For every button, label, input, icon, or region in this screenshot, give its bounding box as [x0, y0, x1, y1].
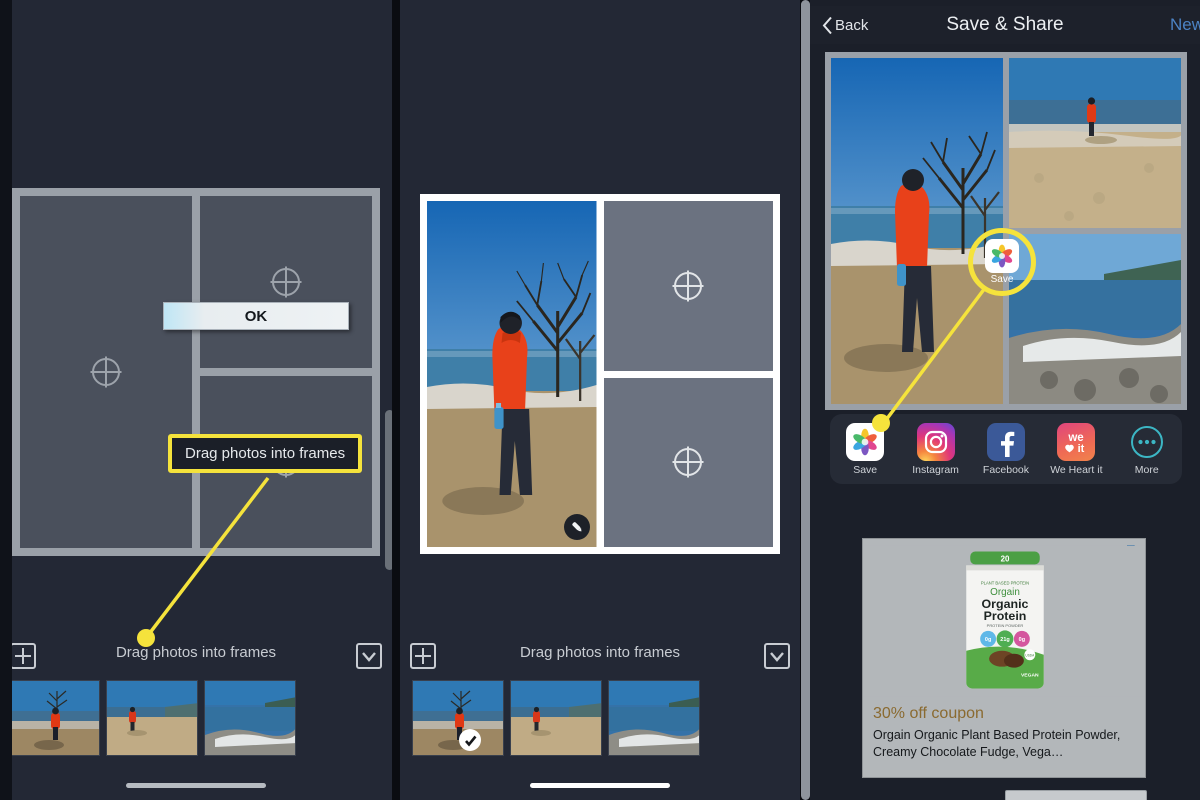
ad-body-text: Orgain Organic Plant Based Protein Powde…: [873, 728, 1121, 759]
edit-photo-button[interactable]: [563, 514, 590, 540]
instagram-icon: [916, 422, 955, 461]
list-item[interactable]: [8, 680, 100, 756]
share-option-label: Save: [853, 463, 878, 476]
collage-cell-right-bottom-empty[interactable]: [603, 377, 773, 547]
left-page-margin: [0, 0, 12, 800]
photo-tray-1: Drag photos into frames: [0, 636, 392, 800]
share-option-facebook[interactable]: Facebook: [975, 422, 1037, 476]
list-item[interactable]: [412, 680, 504, 756]
ad-footer-stub[interactable]: [1005, 790, 1147, 800]
home-indicator: [126, 783, 266, 788]
ad-count-label: 20: [1001, 554, 1010, 563]
callout-anchor-dot-3: [872, 414, 890, 432]
save-highlight-badge[interactable]: Save: [968, 228, 1036, 296]
collage-cell-left[interactable]: [831, 58, 1003, 404]
we-heart-it-icon: we it: [1057, 422, 1096, 461]
vertical-scrollbar[interactable]: [385, 410, 392, 570]
panel-collage-template-empty: OK Drag photos into frames Drag photos i…: [0, 0, 392, 800]
panel-collage-one-photo: Drag photos into frames: [400, 0, 800, 800]
photo-tray-2: Drag photos into frames: [400, 636, 800, 800]
list-item[interactable]: [106, 680, 198, 756]
tray-header-2: Drag photos into frames: [400, 636, 800, 676]
navigation-bar: Back Save & Share New: [810, 6, 1200, 44]
ellipsis-icon: [1128, 423, 1166, 461]
collage-grid[interactable]: [420, 194, 780, 554]
callout-anchor-dot: [137, 629, 155, 647]
list-item[interactable]: [204, 680, 296, 756]
pencil-icon: [571, 522, 581, 532]
thumbnail-strip-1[interactable]: [8, 680, 296, 756]
template-cell-left-tall[interactable]: [20, 196, 192, 548]
panel-divider: [392, 0, 400, 800]
share-option-label: More: [1134, 463, 1159, 476]
photos-app-icon: [985, 239, 1019, 273]
tray-title-1: Drag photos into frames: [115, 644, 277, 661]
collage-template-grid[interactable]: [12, 188, 380, 556]
tray-header-1: Drag photos into frames: [0, 636, 392, 676]
add-photo-target-icon[interactable]: [671, 269, 705, 303]
thumbnail-strip-2[interactable]: [412, 680, 700, 756]
add-photo-target-icon[interactable]: [671, 445, 705, 479]
new-button[interactable]: New: [1170, 15, 1200, 35]
ok-button[interactable]: OK: [163, 302, 349, 330]
share-option-more[interactable]: More: [1116, 423, 1178, 476]
svg-text:Protein: Protein: [984, 609, 1027, 623]
svg-text:it: it: [1078, 443, 1085, 455]
share-option-save[interactable]: Save: [834, 422, 896, 476]
svg-text:21g: 21g: [1000, 637, 1009, 643]
collapse-tray-button[interactable]: [356, 643, 382, 669]
screenshot-stage: OK Drag photos into frames Drag photos i…: [0, 0, 1200, 800]
svg-text:PLANT BASED PROTEIN: PLANT BASED PROTEIN: [981, 580, 1029, 585]
collage-cell-left-photo[interactable]: [427, 201, 597, 547]
selected-check-badge: [459, 729, 481, 751]
tray-title-2: Drag photos into frames: [519, 644, 681, 661]
vertical-scrollbar[interactable]: [801, 0, 810, 800]
list-item[interactable]: [608, 680, 700, 756]
ad-headline: 30% off coupon: [873, 705, 984, 722]
svg-text:0g: 0g: [1019, 637, 1025, 643]
save-highlight-label: Save: [990, 274, 1014, 285]
collapse-tray-button[interactable]: [764, 643, 790, 669]
home-indicator: [530, 783, 670, 788]
list-item[interactable]: [510, 680, 602, 756]
advertisement-card[interactable]: 20 PLANT BASED PROTEIN Orgain Organic Pr…: [862, 538, 1146, 778]
collage-cell-right-top-empty[interactable]: [603, 201, 773, 371]
add-photo-target-icon[interactable]: [269, 265, 303, 299]
share-option-label: Instagram: [912, 463, 959, 476]
collage-cell-right-top[interactable]: [1009, 58, 1181, 228]
svg-text:0g: 0g: [985, 637, 991, 643]
template-cell-right-top[interactable]: [200, 196, 372, 368]
share-option-instagram[interactable]: Instagram: [905, 422, 967, 476]
ad-diet-label: VEGAN: [1021, 673, 1039, 679]
add-photo-target-icon[interactable]: [89, 355, 123, 389]
svg-text:PROTEIN POWDER: PROTEIN POWDER: [987, 623, 1024, 628]
ad-product-image: 20 PLANT BASED PROTEIN Orgain Organic Pr…: [863, 545, 1145, 697]
share-option-weheartit[interactable]: we it We Heart it: [1045, 422, 1107, 476]
share-option-label: We Heart it: [1050, 463, 1103, 476]
svg-text:USDA: USDA: [1025, 654, 1035, 658]
facebook-icon: [986, 422, 1025, 461]
check-icon: [464, 735, 477, 747]
share-option-label: Facebook: [982, 463, 1030, 476]
callout-drag-photos: Drag photos into frames: [168, 434, 363, 473]
page-title: Save & Share: [946, 14, 1064, 35]
